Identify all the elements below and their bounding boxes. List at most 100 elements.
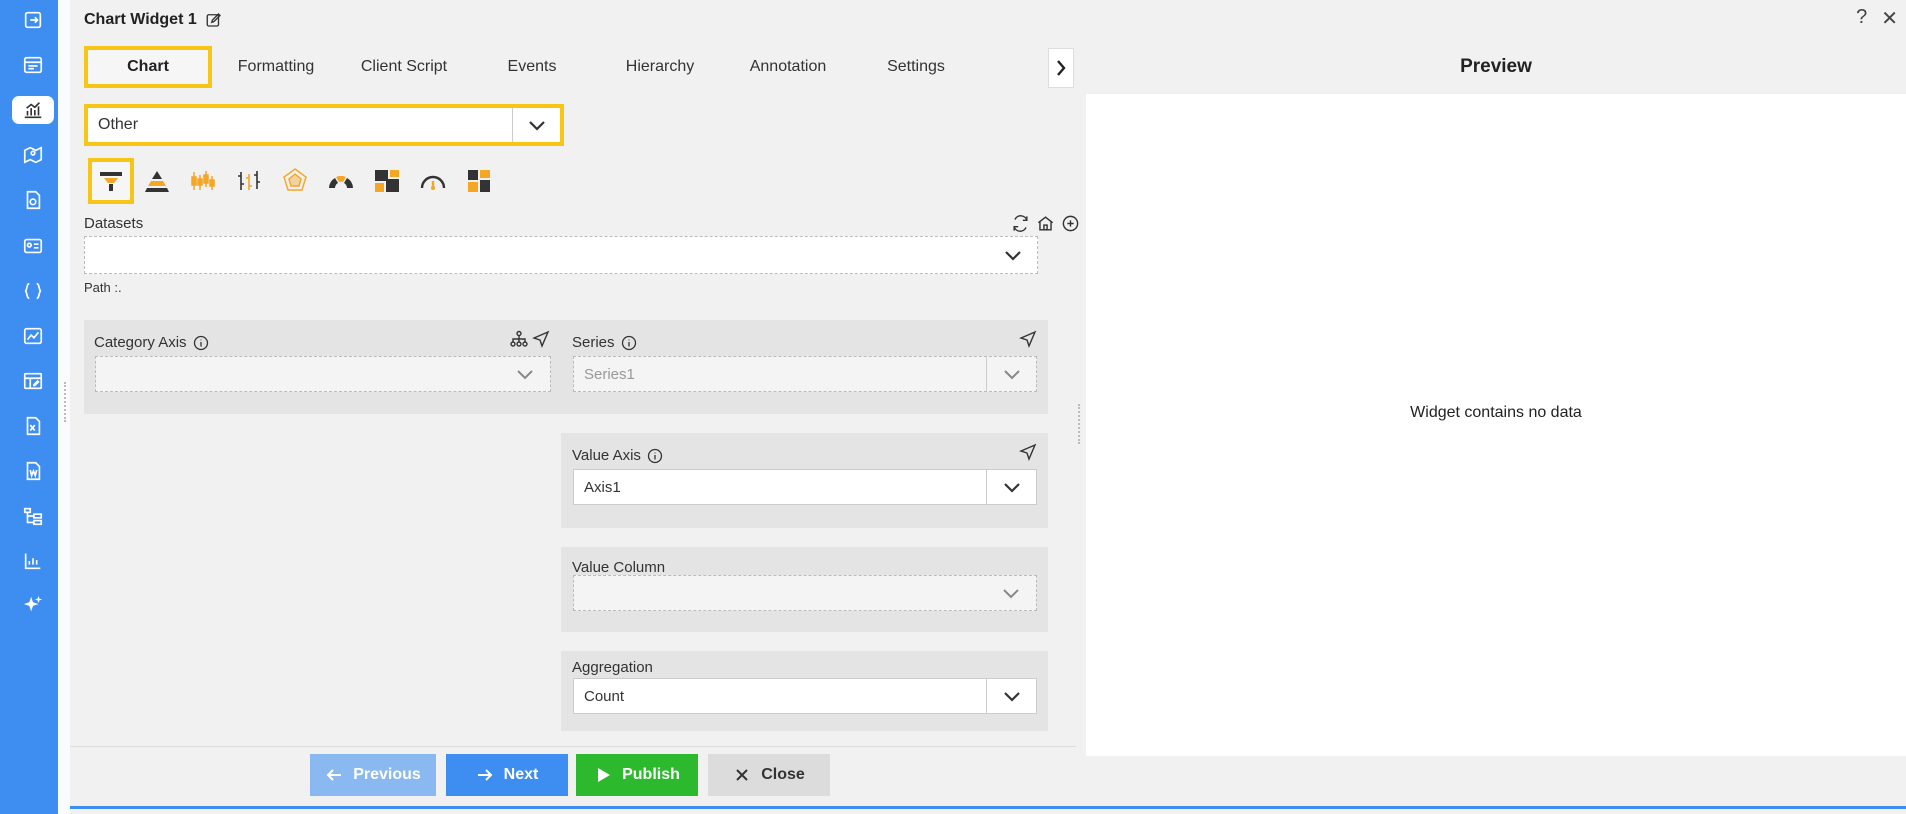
close-x-icon xyxy=(736,769,748,781)
chevron-down-icon xyxy=(517,370,533,380)
heatmap-chart-icon[interactable] xyxy=(456,158,502,204)
chevron-down-icon xyxy=(1003,692,1020,702)
preview-title: Preview xyxy=(1460,56,1532,77)
ai-sparkle-icon[interactable] xyxy=(13,590,53,620)
aggregation-dropdown-button[interactable] xyxy=(986,679,1036,713)
value-column-select[interactable] xyxy=(573,575,1037,611)
hierarchy-tree-icon[interactable] xyxy=(510,330,528,348)
funnel-chart-icon[interactable] xyxy=(88,158,134,204)
navigate-icon[interactable] xyxy=(532,330,550,348)
card-icon[interactable] xyxy=(13,231,53,261)
word-icon[interactable] xyxy=(13,456,53,486)
publish-button[interactable]: Publish xyxy=(576,754,698,796)
help-icon[interactable]: ? xyxy=(1856,6,1867,31)
chart-subtype-row xyxy=(88,158,502,204)
candlestick-chart-icon[interactable] xyxy=(180,158,226,204)
dashboard-icon[interactable] xyxy=(13,50,53,80)
tab-settings[interactable]: Settings xyxy=(852,46,980,88)
tab-hierarchy[interactable]: Hierarchy xyxy=(596,46,724,88)
value-axis-label: Value Axis xyxy=(572,447,663,464)
chevron-down-icon xyxy=(1003,589,1019,599)
series-value: Series1 xyxy=(584,365,635,383)
splitter-grip[interactable] xyxy=(1078,404,1082,444)
close-icon[interactable]: ✕ xyxy=(1881,6,1898,31)
widget-title: Chart Widget 1 xyxy=(84,11,197,28)
chart-widget-icon[interactable] xyxy=(12,96,54,124)
value-axis-label-text: Value Axis xyxy=(572,447,641,464)
title-bar: Chart Widget 1 xyxy=(84,8,223,32)
gauge-chart-icon[interactable] xyxy=(410,158,456,204)
previous-label: Previous xyxy=(353,766,421,783)
value-column-dropdown-button[interactable] xyxy=(986,576,1036,610)
tab-client-script[interactable]: Client Script xyxy=(340,46,468,88)
hierarchy-icon[interactable] xyxy=(13,501,53,531)
category-axis-label-text: Category Axis xyxy=(94,334,187,351)
pyramid-chart-icon[interactable] xyxy=(134,158,180,204)
excel-icon[interactable] xyxy=(13,411,53,441)
publish-label: Publish xyxy=(622,766,680,783)
tab-scroll-right-button[interactable] xyxy=(1048,48,1074,88)
value-column-label-text: Value Column xyxy=(572,559,666,576)
widget-editor-panel: Chart Widget 1 ? ✕ Chart Formatting Clie… xyxy=(64,0,1906,814)
preview-empty-message: Widget contains no data xyxy=(1410,404,1582,421)
aggregation-select[interactable]: Count xyxy=(573,678,1037,714)
previous-button[interactable]: Previous xyxy=(310,754,436,796)
info-icon[interactable] xyxy=(647,448,663,464)
value-axis-select[interactable]: Axis1 xyxy=(573,469,1037,505)
bottom-accent-line xyxy=(70,806,1906,809)
dataset-path: Path :. xyxy=(84,280,122,295)
next-button[interactable]: Next xyxy=(446,754,568,796)
navigate-icon[interactable] xyxy=(1019,443,1037,461)
chevron-down-icon xyxy=(1003,370,1020,380)
half-donut-chart-icon[interactable] xyxy=(318,158,364,204)
window-controls: ? ✕ xyxy=(1856,6,1898,31)
home-icon[interactable] xyxy=(1036,214,1055,233)
datasets-label: Datasets xyxy=(84,215,144,232)
left-rail xyxy=(0,0,58,814)
refresh-icon[interactable] xyxy=(1011,214,1030,233)
arrow-right-icon xyxy=(477,769,493,781)
category-axis-label: Category Axis xyxy=(94,334,209,351)
category-axis-dropdown-button[interactable] xyxy=(500,357,550,391)
value-column-group: Value Column xyxy=(561,547,1048,632)
aggregation-group: Aggregation Count xyxy=(561,651,1048,731)
tab-formatting[interactable]: Formatting xyxy=(212,46,340,88)
edit-title-icon[interactable] xyxy=(205,11,223,29)
area-chart-icon[interactable] xyxy=(13,321,53,351)
series-dropdown-button[interactable] xyxy=(986,357,1036,391)
treemap-chart-icon[interactable] xyxy=(364,158,410,204)
radar-chart-icon[interactable] xyxy=(272,158,318,204)
chart-type-select[interactable]: Other xyxy=(84,104,564,146)
info-icon[interactable] xyxy=(621,335,637,351)
navigate-icon[interactable] xyxy=(1019,330,1037,348)
tab-events[interactable]: Events xyxy=(468,46,596,88)
chevron-down-icon xyxy=(1005,251,1021,261)
series-select[interactable]: Series1 xyxy=(573,356,1037,392)
category-axis-select[interactable] xyxy=(95,356,551,392)
aggregation-label-text: Aggregation xyxy=(572,659,653,676)
info-icon[interactable] xyxy=(193,335,209,351)
tab-bar: Chart Formatting Client Script Events Hi… xyxy=(84,46,1064,88)
ohlc-chart-icon[interactable] xyxy=(226,158,272,204)
exit-icon[interactable] xyxy=(13,5,53,35)
chevron-down-icon xyxy=(528,121,545,131)
value-axis-dropdown-button[interactable] xyxy=(986,470,1036,504)
footer-divider xyxy=(70,746,1076,747)
aggregation-label: Aggregation xyxy=(572,659,653,676)
resize-grip[interactable] xyxy=(64,382,68,422)
tab-annotation[interactable]: Annotation xyxy=(724,46,852,88)
datasets-select[interactable] xyxy=(84,236,1038,274)
add-circle-icon[interactable] xyxy=(1061,214,1080,233)
form-edit-icon[interactable] xyxy=(13,366,53,396)
script-braces-icon[interactable] xyxy=(13,276,53,306)
chart-type-dropdown-button[interactable] xyxy=(512,108,560,142)
value-column-label: Value Column xyxy=(572,559,665,576)
map-icon[interactable] xyxy=(13,140,53,170)
series-label: Series xyxy=(572,334,637,351)
report-icon[interactable] xyxy=(13,185,53,215)
tab-chart[interactable]: Chart xyxy=(84,46,212,88)
line-chart-icon[interactable] xyxy=(13,546,53,576)
close-button[interactable]: Close xyxy=(708,754,830,796)
series-label-text: Series xyxy=(572,334,615,351)
value-axis-group: Value Axis Axis1 xyxy=(561,433,1048,528)
